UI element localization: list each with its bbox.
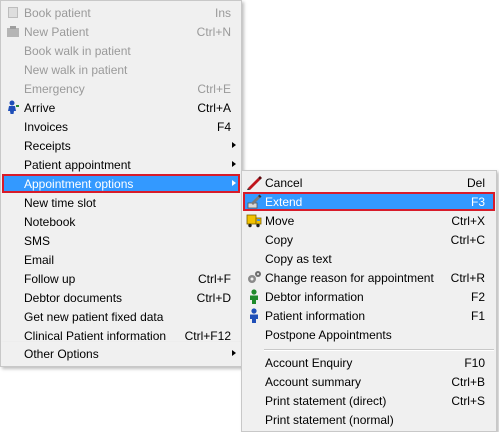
menu-item-shortcut: Del: [466, 176, 485, 190]
menu-item-label: Extend: [265, 195, 303, 209]
menu-item-sms[interactable]: SMS: [2, 231, 240, 250]
menu-item-label: Debtor information: [265, 290, 364, 304]
menu-item-shortcut: Ctrl+F: [198, 272, 231, 286]
menu-item-shortcut: Ctrl+R: [450, 271, 485, 285]
menu-item-label: Print statement (direct): [265, 394, 387, 408]
menu-item-label: Receipts: [24, 139, 71, 153]
menu-item-emergency[interactable]: Emergency Ctrl+E: [2, 79, 240, 98]
menu-item-new-patient[interactable]: New Patient Ctrl+N: [2, 22, 240, 41]
menu-item-label: Print statement (normal): [265, 413, 394, 427]
menu-item-email[interactable]: Email: [2, 250, 240, 269]
menu-item-label: Move: [265, 214, 295, 228]
submenu-item-print-normal[interactable]: Print statement (normal): [243, 410, 495, 429]
submenu-item-patient-information[interactable]: Patient information F1: [243, 306, 495, 325]
submenu-item-copy[interactable]: Copy Ctrl+C: [243, 230, 495, 249]
menu-item-label: Clinical Patient information: [24, 329, 167, 343]
menu-item-label: New Patient: [24, 25, 89, 39]
menu-item-shortcut: Ctrl+X: [451, 214, 485, 228]
menu-item-shortcut: Ctrl+S: [451, 394, 485, 408]
menu-item-shortcut: Ctrl+C: [450, 233, 485, 247]
menu-item-label: Get new patient fixed data: [24, 310, 164, 324]
menu-item-receipts[interactable]: Receipts: [2, 136, 240, 155]
move-truck-icon: [246, 214, 262, 228]
menu-item-fixed-data[interactable]: Get new patient fixed data: [2, 307, 240, 326]
menu-item-appointment-options[interactable]: Appointment options: [2, 174, 240, 193]
submenu-arrow-icon: [232, 180, 236, 186]
menu-item-shortcut: Ctrl+N: [196, 25, 231, 39]
menu-item-label: New time slot: [24, 196, 97, 210]
menu-item-shortcut: F3: [470, 195, 485, 209]
menu-item-book-patient[interactable]: Book patient Ins: [2, 3, 240, 22]
appointment-options-submenu: Cancel Del Extend F3 Move Ctrl+X Copy Ct…: [241, 170, 497, 432]
submenu-item-move[interactable]: Move Ctrl+X: [243, 211, 495, 230]
menu-item-patient-appointment[interactable]: Patient appointment: [2, 155, 240, 174]
menu-item-label: Account Enquiry: [265, 356, 353, 370]
submenu-item-debtor-information[interactable]: Debtor information F2: [243, 287, 495, 306]
menu-item-shortcut: F2: [470, 290, 485, 304]
menu-item-label: Patient information: [265, 309, 366, 323]
menu-item-invoices[interactable]: Invoices F4: [2, 117, 240, 136]
menu-item-label: Book patient: [24, 6, 91, 20]
menu-item-shortcut: Ctrl+D: [196, 291, 231, 305]
submenu-item-extend[interactable]: Extend F3: [243, 192, 495, 211]
menu-item-shortcut: Ctrl+F12: [184, 329, 231, 343]
menu-item-label: Account summary: [265, 375, 362, 389]
submenu-arrow-icon: [232, 350, 236, 356]
menu-item-label: Follow up: [24, 272, 76, 286]
submenu-item-print-direct[interactable]: Print statement (direct) Ctrl+S: [243, 391, 495, 410]
menu-item-follow-up[interactable]: Follow up Ctrl+F: [2, 269, 240, 288]
menu-item-label: Copy as text: [265, 252, 332, 266]
menu-item-label: New walk in patient: [24, 63, 128, 77]
menu-item-shortcut: F4: [216, 120, 231, 134]
menu-item-notebook[interactable]: Notebook: [2, 212, 240, 231]
menu-item-shortcut: F1: [470, 309, 485, 323]
menu-item-new-walk-in[interactable]: New walk in patient: [2, 60, 240, 79]
menu-item-label: SMS: [24, 234, 51, 248]
submenu-item-cancel[interactable]: Cancel Del: [243, 173, 495, 192]
menu-item-label: Postpone Appointments: [265, 328, 392, 342]
appointment-context-menu: Book patient Ins New Patient Ctrl+N Book…: [0, 0, 242, 343]
menu-item-label: Arrive: [24, 101, 56, 115]
menu-item-shortcut: Ctrl+E: [197, 82, 231, 96]
menu-item-debtor-documents[interactable]: Debtor documents Ctrl+D: [2, 288, 240, 307]
menu-item-label: Copy: [265, 233, 294, 247]
gears-icon: [248, 271, 261, 283]
menu-item-book-walk-in[interactable]: Book walk in patient: [2, 41, 240, 60]
menu-item-label: Book walk in patient: [24, 44, 131, 58]
submenu-item-account-enquiry[interactable]: Account Enquiry F10: [243, 353, 495, 372]
submenu-item-copy-as-text[interactable]: Copy as text: [243, 249, 495, 268]
patient-person-icon: [250, 308, 258, 323]
menu-item-label: Email: [24, 253, 55, 267]
submenu-arrow-icon: [232, 142, 236, 148]
menu-item-other-options[interactable]: Other Options: [2, 344, 240, 363]
menu-item-label: Emergency: [24, 82, 85, 96]
menu-item-label: Cancel: [265, 176, 303, 190]
menu-item-label: Notebook: [24, 215, 76, 229]
book-icon: [8, 7, 18, 18]
menu-separator: [264, 349, 494, 351]
menu-item-shortcut: F10: [464, 356, 485, 370]
extend-icon: [247, 194, 262, 209]
cancel-pencil-icon: [247, 176, 262, 190]
menu-item-new-time-slot[interactable]: New time slot: [2, 193, 240, 212]
menu-item-arrive[interactable]: Arrive Ctrl+A: [2, 98, 240, 117]
menu-item-shortcut: Ins: [214, 6, 231, 20]
debtor-person-icon: [250, 289, 258, 304]
person-arrive-icon: [8, 100, 19, 114]
main-menu-tail: Other Options: [0, 342, 242, 367]
menu-item-shortcut: Ctrl+B: [451, 375, 485, 389]
submenu-arrow-icon: [232, 161, 236, 167]
menu-item-label: Other Options: [24, 347, 99, 361]
patient-card-icon: [7, 26, 19, 37]
menu-item-label: Change reason for appointment: [265, 271, 434, 285]
menu-item-label: Appointment options: [24, 177, 134, 191]
menu-item-label: Invoices: [24, 120, 69, 134]
menu-item-shortcut: Ctrl+A: [197, 101, 231, 115]
submenu-item-postpone[interactable]: Postpone Appointments: [243, 325, 495, 344]
submenu-item-account-summary[interactable]: Account summary Ctrl+B: [243, 372, 495, 391]
menu-item-label: Debtor documents: [24, 291, 123, 305]
submenu-item-change-reason[interactable]: Change reason for appointment Ctrl+R: [243, 268, 495, 287]
menu-item-label: Patient appointment: [24, 158, 131, 172]
